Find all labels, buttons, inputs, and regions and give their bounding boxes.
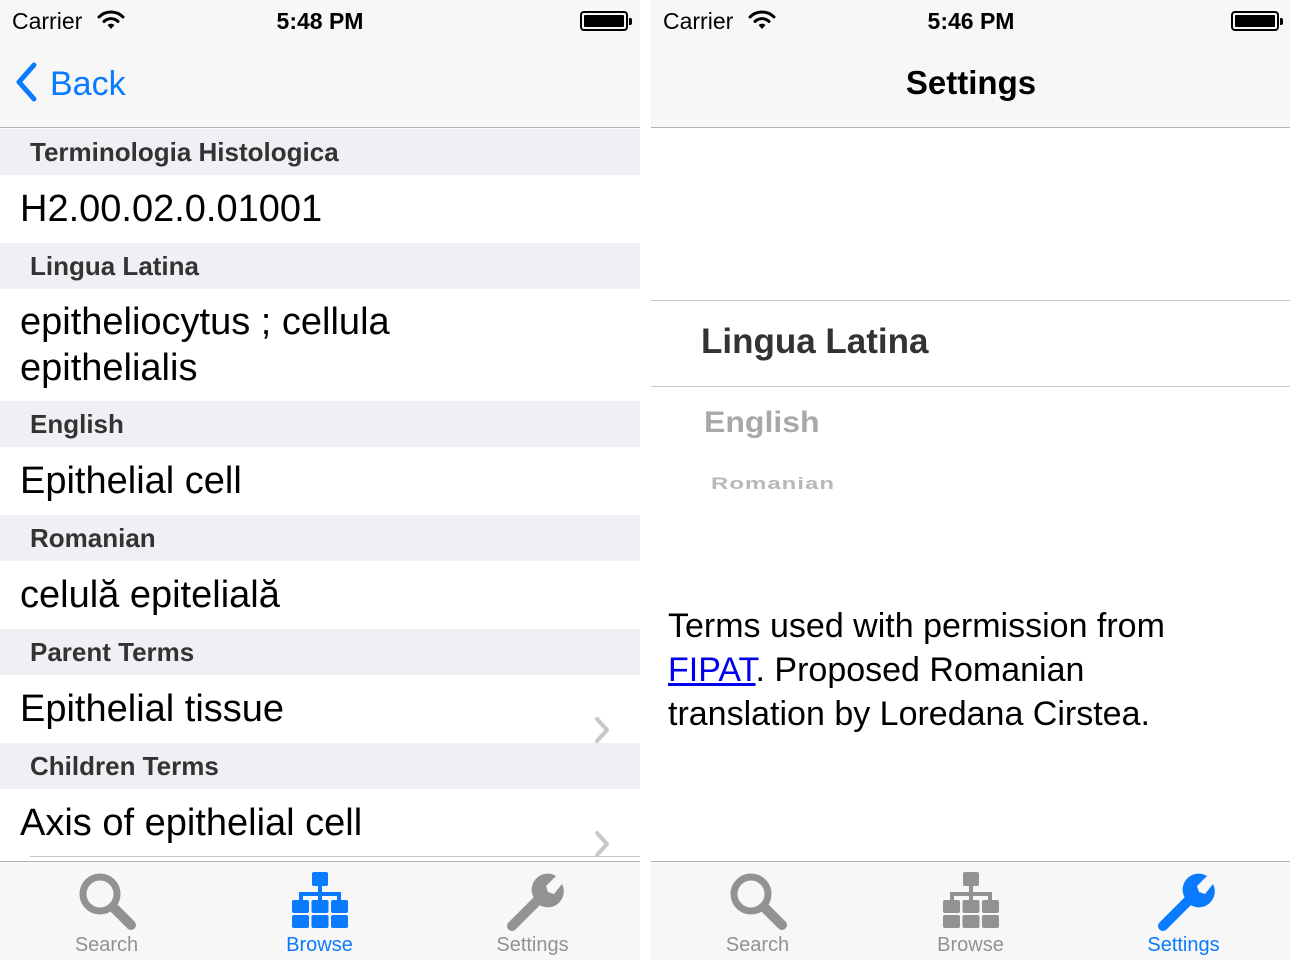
tab-bar: Search Browse Settings bbox=[651, 861, 1290, 960]
chevron-left-icon bbox=[14, 62, 38, 107]
settings-screen: Carrier 5:46 PM Settings Lingua Latina E… bbox=[651, 0, 1290, 960]
wrench-icon bbox=[502, 870, 564, 937]
section-header-children-terms: Children Terms bbox=[0, 743, 640, 789]
back-label: Back bbox=[50, 64, 126, 103]
tab-settings-label: Settings bbox=[1147, 934, 1220, 956]
term-detail-table: Terminologia Histologica H2.00.02.0.0100… bbox=[0, 129, 640, 857]
chevron-right-icon bbox=[594, 697, 610, 765]
child-term-row[interactable]: Axis of epithelial cell bbox=[0, 789, 640, 857]
picker-option-english[interactable]: English bbox=[704, 405, 820, 439]
tab-search[interactable]: Search bbox=[0, 862, 213, 960]
browse-hierarchy-icon bbox=[289, 870, 351, 937]
browse-hierarchy-icon bbox=[940, 870, 1002, 937]
tab-search-label: Search bbox=[74, 934, 139, 956]
credits-text-before: Terms used with permission from bbox=[668, 607, 1165, 645]
credits-text: Terms used with permission from FIPAT. P… bbox=[668, 604, 1228, 736]
th-code-cell: H2.00.02.0.01001 bbox=[0, 175, 640, 243]
tab-settings[interactable]: Settings bbox=[426, 862, 639, 960]
wrench-icon bbox=[1153, 870, 1215, 937]
navigation-bar: Back bbox=[0, 40, 640, 128]
tab-search-label: Search bbox=[725, 934, 790, 956]
tab-search[interactable]: Search bbox=[651, 862, 864, 960]
fipat-link[interactable]: FIPAT bbox=[668, 651, 756, 689]
section-header-english: English bbox=[0, 401, 640, 447]
page-title: Settings bbox=[905, 64, 1037, 101]
section-header-latin: Lingua Latina bbox=[0, 243, 640, 289]
english-term-cell: Epithelial cell bbox=[0, 447, 640, 515]
child-term-label: Axis of epithelial cell bbox=[20, 802, 363, 844]
status-bar: Carrier 5:48 PM bbox=[0, 0, 640, 40]
tab-browse-label: Browse bbox=[286, 934, 353, 956]
picker-selection-divider bbox=[651, 386, 1290, 387]
battery-icon bbox=[1231, 11, 1283, 31]
tab-bar: Search Browse Settings bbox=[0, 861, 640, 960]
picker-option-latin[interactable]: Lingua Latina bbox=[701, 322, 929, 362]
section-header-parent-terms: Parent Terms bbox=[0, 629, 640, 675]
battery-icon bbox=[580, 11, 632, 31]
section-header-th-code: Terminologia Histologica bbox=[0, 129, 640, 175]
tab-settings-label: Settings bbox=[496, 934, 569, 956]
navigation-bar: Settings bbox=[651, 40, 1290, 128]
back-button[interactable]: Back bbox=[14, 62, 126, 106]
picker-option-romanian[interactable]: Romanian bbox=[711, 474, 835, 494]
search-icon bbox=[76, 870, 138, 937]
term-detail-screen: Carrier 5:48 PM Back Terminologia Histol… bbox=[0, 0, 640, 960]
tab-browse-label: Browse bbox=[937, 934, 1004, 956]
picker-top-divider bbox=[651, 300, 1290, 301]
status-bar: Carrier 5:46 PM bbox=[651, 0, 1290, 40]
romanian-term-cell: celulă epitelială bbox=[0, 561, 640, 629]
tab-browse[interactable]: Browse bbox=[864, 862, 1077, 960]
clock: 5:46 PM bbox=[927, 8, 1015, 34]
section-header-romanian: Romanian bbox=[0, 515, 640, 561]
parent-term-label: Epithelial tissue bbox=[20, 688, 285, 730]
parent-term-row[interactable]: Epithelial tissue bbox=[0, 675, 640, 743]
row-separator bbox=[30, 856, 640, 857]
tab-browse[interactable]: Browse bbox=[213, 862, 426, 960]
latin-term-cell: epitheliocytus ; cellula epithelialis bbox=[0, 289, 640, 401]
tab-settings[interactable]: Settings bbox=[1077, 862, 1290, 960]
search-icon bbox=[727, 870, 789, 937]
clock: 5:48 PM bbox=[276, 8, 364, 34]
